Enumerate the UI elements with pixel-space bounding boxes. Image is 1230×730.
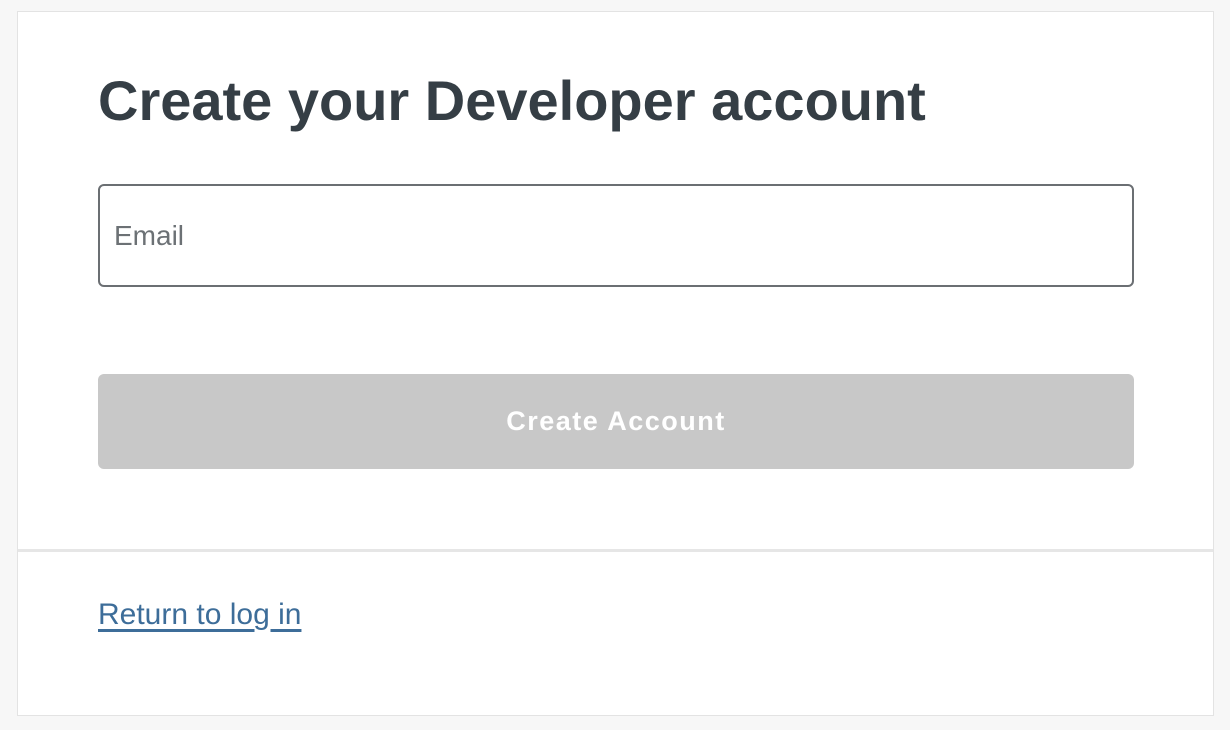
create-account-button[interactable]: Create Account xyxy=(98,374,1134,469)
signup-form-section: Create your Developer account Create Acc… xyxy=(18,12,1213,550)
return-to-login-link[interactable]: Return to log in xyxy=(98,598,301,632)
signup-footer: Return to log in xyxy=(18,552,1213,716)
signup-card: Create your Developer account Create Acc… xyxy=(17,11,1214,716)
email-field[interactable] xyxy=(98,184,1134,287)
page-title: Create your Developer account xyxy=(98,69,926,132)
